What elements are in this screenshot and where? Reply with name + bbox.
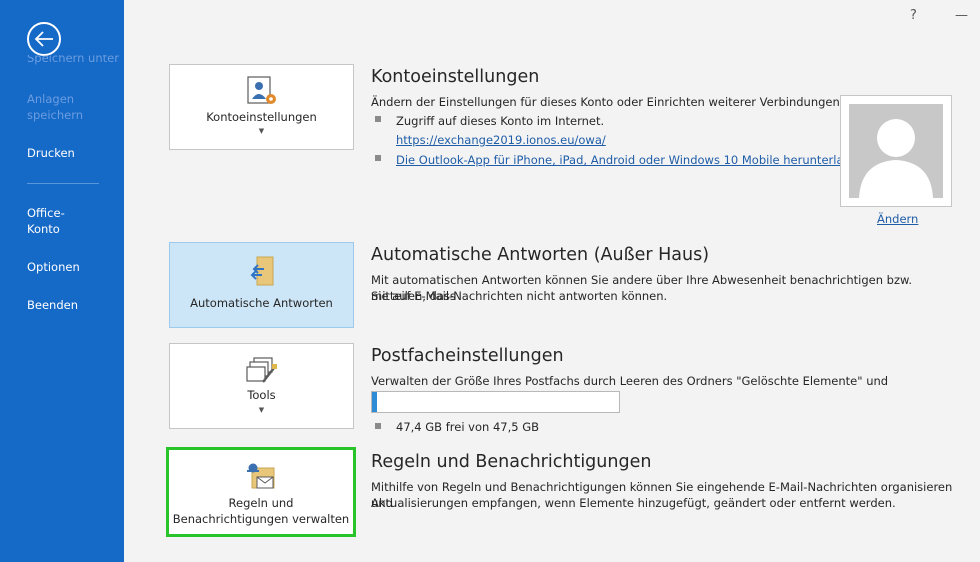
minimize-button[interactable]: — xyxy=(955,8,968,23)
account-settings-label: Kontoeinstellungen xyxy=(206,110,317,124)
owa-link[interactable]: https://exchange2019.ionos.eu/owa/ xyxy=(396,132,606,148)
autoreply-description-2: Sie auf E-Mail-Nachrichten nicht antwort… xyxy=(371,289,668,303)
change-picture-link[interactable]: Ändern xyxy=(877,211,918,227)
autoreply-section-title: Automatische Antworten (Außer Haus) xyxy=(371,245,710,265)
sidebar-item-office-account[interactable]: Office- Konto xyxy=(27,205,65,237)
manage-rules-label-2: Benachrichtigungen verwalten xyxy=(172,512,350,526)
sidebar-divider xyxy=(27,183,99,184)
help-button[interactable]: ? xyxy=(910,8,917,23)
back-button[interactable] xyxy=(27,22,61,56)
mailbox-storage-bar xyxy=(371,391,620,413)
storage-text: 47,4 GB frei von 47,5 GB xyxy=(396,420,540,434)
account-section-title: Kontoeinstellungen xyxy=(371,67,540,87)
manage-rules-label-1: Regeln und xyxy=(228,496,294,510)
profile-picture xyxy=(840,95,952,207)
dropdown-caret-icon: ▼ xyxy=(258,406,265,414)
automatic-replies-icon xyxy=(250,256,273,286)
backstage-sidebar: Speichern unter Anlagen speichern Drucke… xyxy=(0,0,124,562)
dropdown-caret-icon: ▼ xyxy=(258,127,265,135)
tools-button[interactable]: Tools ▼ xyxy=(169,343,354,429)
account-settings-icon xyxy=(246,76,276,104)
arrow-left-icon xyxy=(34,31,53,47)
sidebar-item-options[interactable]: Optionen xyxy=(27,259,80,275)
bullet-icon xyxy=(375,423,381,429)
automatic-replies-button[interactable]: Automatische Antworten xyxy=(169,242,354,328)
tools-label: Tools xyxy=(247,388,276,402)
bullet-icon xyxy=(375,155,381,161)
rules-section-title: Regeln und Benachrichtigungen xyxy=(371,452,652,472)
outlook-app-link[interactable]: Die Outlook-App für iPhone, iPad, Androi… xyxy=(396,152,869,168)
sidebar-item-exit[interactable]: Beenden xyxy=(27,297,78,313)
rules-alerts-icon xyxy=(247,463,275,489)
person-placeholder-icon xyxy=(859,119,933,198)
tools-icon xyxy=(245,357,277,383)
storage-used-fill xyxy=(372,392,377,412)
mailbox-section-title: Postfacheinstellungen xyxy=(371,346,564,366)
sidebar-item-print[interactable]: Drucken xyxy=(27,145,75,161)
automatic-replies-label: Automatische Antworten xyxy=(190,296,333,310)
manage-rules-button[interactable]: Regeln und Benachrichtigungen verwalten xyxy=(166,447,356,537)
bullet-icon xyxy=(375,116,381,122)
rules-description-2: Aktualisierungen empfangen, wenn Element… xyxy=(371,496,896,510)
sidebar-item-save-as[interactable]: Speichern unter xyxy=(27,55,119,65)
account-settings-button[interactable]: Kontoeinstellungen ▼ xyxy=(169,64,354,150)
web-access-text: Zugriff auf dieses Konto im Internet. xyxy=(396,114,605,128)
sidebar-item-save-attachments: Anlagen speichern xyxy=(27,92,84,122)
